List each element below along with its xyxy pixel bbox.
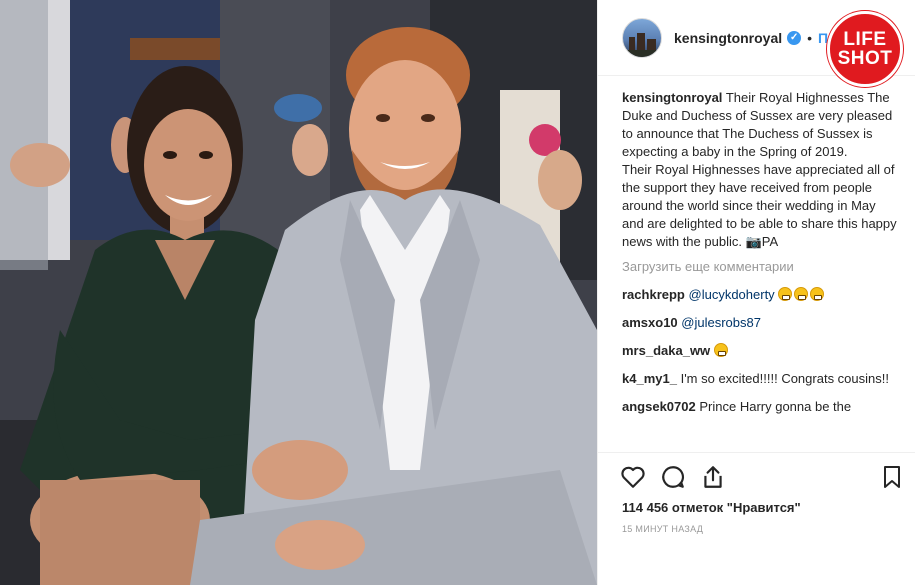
comment-text: I'm so excited!!!!! Congrats cousins!! [680, 371, 889, 386]
watermark-line-2: SHOT [837, 48, 893, 69]
heart-icon[interactable] [620, 464, 646, 490]
comment-username[interactable]: rachkrepp [622, 287, 685, 302]
bookmark-icon[interactable] [880, 464, 904, 490]
grin-emoji-icon [810, 287, 825, 301]
post-photo[interactable] [0, 0, 597, 585]
share-icon[interactable] [700, 464, 726, 490]
list-item: mrs_daka_ww [622, 342, 900, 360]
verified-badge-icon: ✓ [787, 30, 802, 45]
list-item: amsxo10 @julesrobs87 [622, 314, 900, 332]
comment-mention[interactable]: @julesrobs87 [681, 315, 761, 330]
post-sidebar: kensingtonroyal ✓ • По LIFE SHOT kensing… [597, 0, 915, 585]
grin-emoji-icon [713, 343, 728, 357]
caption: kensingtonroyal Their Royal Highnesses T… [622, 89, 900, 251]
post-timestamp[interactable]: 15 МИНУТ НАЗАД [622, 524, 703, 534]
caption-paragraph-1: kensingtonroyal Their Royal Highnesses T… [622, 89, 900, 161]
comment-icon[interactable] [660, 464, 686, 490]
likes-count[interactable]: 114 456 отметок "Нравится" [622, 500, 801, 515]
avatar[interactable] [622, 17, 662, 58]
action-icons [620, 464, 740, 492]
comment-text: Prince Harry gonna be the [699, 399, 852, 414]
username[interactable]: kensingtonroyal [674, 30, 782, 46]
comment-username[interactable]: amsxo10 [622, 315, 678, 330]
watermark-line-1: LIFE [843, 29, 887, 50]
comments-list[interactable]: kensingtonroyal Their Royal Highnesses T… [622, 89, 900, 451]
separator: • [807, 29, 813, 46]
grin-emoji-icon [778, 287, 793, 301]
load-more-comments-button[interactable]: Загрузить еще комментарии [622, 258, 900, 276]
caption-username[interactable]: kensingtonroyal [622, 90, 722, 105]
comment-username[interactable]: angsek0702 [622, 399, 696, 414]
couple-photo-illustration [0, 0, 597, 585]
grin-emoji-icon [794, 287, 809, 301]
action-bar: 114 456 отметок "Нравится" 15 МИНУТ НАЗА… [598, 452, 915, 585]
comment-mention[interactable]: @lucykdoherty [689, 287, 775, 302]
comment-username[interactable]: mrs_daka_ww [622, 343, 710, 358]
list-item: k4_my1_ I'm so excited!!!!! Congrats cou… [622, 370, 900, 388]
list-item: rachkrepp @lucykdoherty [622, 286, 900, 304]
caption-paragraph-2: Their Royal Highnesses have appreciated … [622, 162, 897, 249]
lifeshot-watermark-logo: LIFE SHOT [827, 11, 903, 87]
comment-username[interactable]: k4_my1_ [622, 371, 677, 386]
list-item: angsek0702 Prince Harry gonna be the [622, 398, 900, 416]
